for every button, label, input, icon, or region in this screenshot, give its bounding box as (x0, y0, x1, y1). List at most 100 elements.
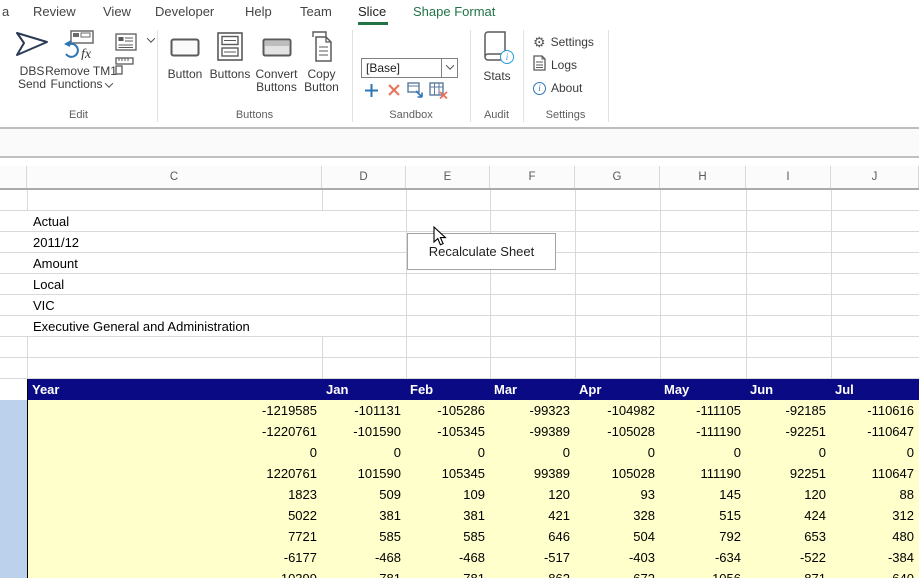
convert-buttons-button[interactable]: Convert Buttons (253, 30, 300, 94)
table-cell[interactable]: 480 (831, 526, 919, 547)
table-header-year[interactable]: Year (28, 379, 322, 400)
table-cell[interactable]: 0 (28, 442, 322, 463)
ribbon-tab-view[interactable]: View (103, 4, 131, 19)
dbs-send-button[interactable]: DBS Send (8, 30, 56, 91)
table-header-month[interactable]: Mar (490, 379, 575, 400)
table-cell[interactable]: 7721 (28, 526, 322, 547)
table-cell[interactable]: -105345 (406, 421, 490, 442)
column-header-E[interactable]: E (406, 166, 490, 188)
table-cell[interactable]: 312 (831, 505, 919, 526)
table-cell[interactable]: -468 (322, 547, 406, 568)
table-cell[interactable]: 110647 (831, 463, 919, 484)
remove-tm1-functions-button[interactable]: fx Remove TM1 Functions (50, 30, 112, 91)
stats-button[interactable]: i Stats (476, 30, 518, 83)
buttons-button[interactable]: Buttons (207, 30, 253, 81)
table-cell[interactable]: 99389 (490, 463, 575, 484)
table-cell[interactable]: 640 (831, 568, 919, 578)
ribbon-tab-developer[interactable]: Developer (155, 4, 214, 19)
table-cell[interactable]: -634 (660, 547, 746, 568)
table-cell[interactable]: 381 (406, 505, 490, 526)
about-button[interactable]: i About (533, 79, 582, 97)
table-cell[interactable]: -105286 (406, 400, 490, 421)
table-header-month[interactable]: May (660, 379, 746, 400)
table-header-month[interactable]: Jul (831, 379, 919, 400)
table-cell[interactable]: -384 (831, 547, 919, 568)
table-cell[interactable]: 101590 (322, 463, 406, 484)
table-cell[interactable]: -522 (746, 547, 831, 568)
table-header-month[interactable]: Feb (406, 379, 490, 400)
table-cell[interactable]: 515 (660, 505, 746, 526)
table-cell[interactable]: 424 (746, 505, 831, 526)
properties-list-button[interactable] (115, 33, 154, 56)
table-header-month[interactable]: Jan (322, 379, 406, 400)
gutter-column-header[interactable] (0, 166, 27, 188)
table-cell[interactable]: 1056 (660, 568, 746, 578)
table-cell[interactable]: 585 (322, 526, 406, 547)
info-cell[interactable]: Actual (27, 211, 327, 232)
publish-sandbox-button[interactable] (406, 80, 426, 100)
table-cell[interactable]: 0 (746, 442, 831, 463)
create-sandbox-button[interactable] (361, 80, 381, 100)
table-cell[interactable]: 5022 (28, 505, 322, 526)
table-cell[interactable]: -101590 (322, 421, 406, 442)
table-cell[interactable]: 504 (575, 526, 660, 547)
table-cell[interactable]: 120 (490, 484, 575, 505)
table-cell[interactable]: 672 (575, 568, 660, 578)
table-cell[interactable]: 0 (575, 442, 660, 463)
table-cell[interactable]: -101131 (322, 400, 406, 421)
table-cell[interactable]: -105028 (575, 421, 660, 442)
table-cell[interactable]: -1220761 (28, 421, 322, 442)
table-cell[interactable]: 862 (490, 568, 575, 578)
table-cell[interactable]: 653 (746, 526, 831, 547)
table-cell[interactable]: 0 (406, 442, 490, 463)
table-cell[interactable]: -1219585 (28, 400, 322, 421)
table-cell[interactable]: 0 (490, 442, 575, 463)
table-cell[interactable]: 92251 (746, 463, 831, 484)
table-cell[interactable]: -92251 (746, 421, 831, 442)
ribbon-tab-review[interactable]: Review (33, 4, 76, 19)
table-cell[interactable]: -110647 (831, 421, 919, 442)
table-cell[interactable]: -99389 (490, 421, 575, 442)
table-cell[interactable]: 646 (490, 526, 575, 547)
logs-button[interactable]: Logs (533, 56, 577, 74)
table-cell[interactable]: 792 (660, 526, 746, 547)
column-header-C[interactable]: C (27, 166, 322, 188)
table-cell[interactable]: 871 (746, 568, 831, 578)
table-cell[interactable]: 111190 (660, 463, 746, 484)
table-cell[interactable]: 509 (322, 484, 406, 505)
table-cell[interactable]: 328 (575, 505, 660, 526)
copy-button-button[interactable]: Copy Button (299, 30, 344, 94)
table-cell[interactable]: -110616 (831, 400, 919, 421)
delete-sandbox-button[interactable] (384, 80, 404, 100)
table-cell[interactable]: -517 (490, 547, 575, 568)
info-cell[interactable]: Amount (27, 253, 327, 274)
row-gutter-highlight[interactable] (0, 400, 27, 578)
table-cell[interactable]: 93 (575, 484, 660, 505)
table-cell[interactable]: -104982 (575, 400, 660, 421)
table-cell[interactable]: 105028 (575, 463, 660, 484)
format-ruler-button[interactable] (115, 57, 135, 80)
ribbon-tab-a[interactable]: a (2, 4, 9, 19)
table-cell[interactable]: 0 (660, 442, 746, 463)
column-header-D[interactable]: D (322, 166, 406, 188)
column-header-F[interactable]: F (490, 166, 575, 188)
table-cell[interactable]: -403 (575, 547, 660, 568)
worksheet-grid[interactable]: Actual2011/12AmountLocalVICExecutive Gen… (0, 190, 919, 379)
table-cell[interactable]: 421 (490, 505, 575, 526)
ribbon-tab-help[interactable]: Help (245, 4, 272, 19)
table-cell[interactable]: -111105 (660, 400, 746, 421)
table-cell[interactable]: -92185 (746, 400, 831, 421)
sandbox-select[interactable]: [Base] (361, 58, 458, 78)
table-cell[interactable]: -6177 (28, 547, 322, 568)
table-cell[interactable]: 120 (746, 484, 831, 505)
column-header-G[interactable]: G (575, 166, 660, 188)
table-cell[interactable]: 781 (322, 568, 406, 578)
column-header-I[interactable]: I (746, 166, 831, 188)
ribbon-tab-slice[interactable]: Slice (358, 4, 386, 19)
table-cell[interactable]: 1823 (28, 484, 322, 505)
table-cell[interactable]: 1220761 (28, 463, 322, 484)
table-cell[interactable]: -468 (406, 547, 490, 568)
table-cell[interactable]: -99323 (490, 400, 575, 421)
table-header-month[interactable]: Jun (746, 379, 831, 400)
table-cell[interactable]: 88 (831, 484, 919, 505)
